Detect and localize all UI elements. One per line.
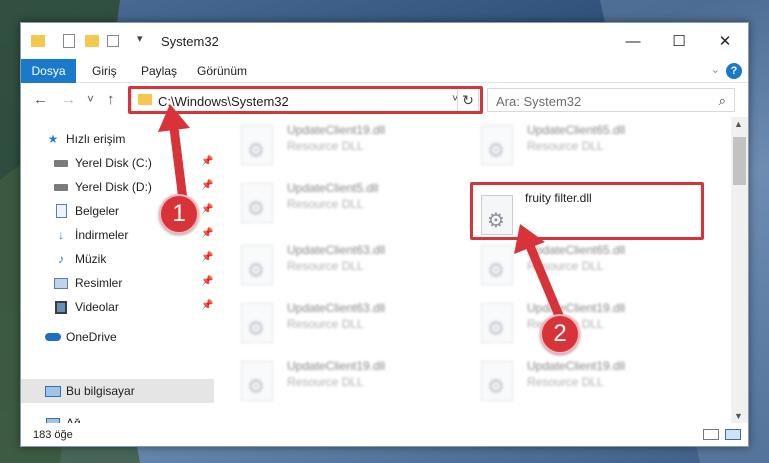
pin-icon[interactable]: 📌	[201, 180, 213, 191]
list-item[interactable]: ⚙ UpdateClient65.dll Resource DLL	[461, 237, 691, 293]
minimize-button[interactable]: —	[610, 23, 656, 59]
documents-icon	[53, 204, 69, 218]
search-input[interactable]: Ara: System32 ⌕	[487, 88, 735, 112]
ribbon-expand-icon[interactable]: ⌄	[711, 63, 720, 76]
tab-file[interactable]: Dosya	[21, 59, 76, 83]
dll-file-icon: ⚙	[241, 183, 273, 223]
pin-icon[interactable]: 📌	[201, 156, 213, 167]
item-count: 183 öğe	[33, 429, 73, 441]
list-item[interactable]: ⚙ UpdateClient63.dll Resource DLL	[221, 237, 451, 293]
list-item[interactable]: ⚙ UpdateClient19.dll Resource DLL	[221, 117, 451, 173]
title-bar: ▾ System32 — ☐ ✕	[21, 23, 748, 59]
drive-icon	[53, 180, 69, 194]
close-button[interactable]: ✕	[702, 23, 748, 59]
list-item[interactable]: ⚙ UpdateClient19.dll Resource DLL	[221, 353, 451, 409]
list-item-fruity-filter[interactable]: ⚙ fruity filter.dll	[461, 187, 691, 243]
back-button[interactable]: ←	[33, 91, 48, 108]
sidebar-item-onedrive[interactable]: OneDrive	[21, 325, 214, 349]
list-item[interactable]: ⚙ UpdateClient63.dll Resource DLL	[221, 295, 451, 351]
scroll-down-icon[interactable]: ▼	[734, 411, 743, 421]
maximize-button[interactable]: ☐	[656, 23, 702, 59]
recent-locations-button[interactable]: ˅	[87, 92, 94, 106]
forward-button[interactable]: →	[61, 91, 76, 108]
drive-icon	[53, 156, 69, 170]
sidebar-item-drive-c[interactable]: Yerel Disk (C:) 📌	[21, 151, 214, 175]
window-title: System32	[161, 34, 219, 49]
dll-file-icon: ⚙	[481, 195, 513, 235]
properties-icon[interactable]	[63, 34, 75, 48]
help-icon[interactable]: ?	[726, 63, 742, 79]
dll-file-icon: ⚙	[481, 125, 513, 165]
pin-icon[interactable]: 📌	[201, 204, 213, 215]
videos-icon	[53, 300, 69, 314]
folder-icon	[138, 94, 152, 105]
step-callout-1: 1	[159, 194, 199, 234]
cloud-icon	[45, 330, 61, 344]
star-icon: ★	[47, 132, 59, 146]
dll-file-icon: ⚙	[481, 361, 513, 401]
pin-icon[interactable]: 📌	[201, 252, 213, 263]
step-callout-2: 2	[540, 314, 580, 354]
dll-file-icon: ⚙	[481, 245, 513, 285]
dll-file-icon: ⚙	[481, 303, 513, 343]
sidebar-item-music[interactable]: ♪ Müzik 📌	[21, 247, 214, 271]
vertical-scrollbar[interactable]: ▲ ▼	[731, 117, 748, 423]
computer-icon	[45, 384, 61, 398]
sidebar-item-pictures[interactable]: Resimler 📌	[21, 271, 214, 295]
downloads-icon: ↓	[58, 228, 64, 242]
status-bar: 183 öğe	[21, 423, 748, 446]
tab-view[interactable]: Görünüm	[197, 64, 247, 78]
file-explorer-window: ▾ System32 — ☐ ✕ Dosya Giriş Paylaş Görü…	[20, 22, 749, 447]
dll-file-icon: ⚙	[241, 303, 273, 343]
large-icons-view-icon[interactable]	[725, 429, 741, 440]
search-icon[interactable]: ⌕	[719, 93, 726, 109]
search-placeholder: Ara: System32	[496, 94, 582, 109]
dll-file-icon: ⚙	[241, 125, 273, 165]
sidebar-item-quick-access[interactable]: ★ Hızlı erişim	[21, 127, 214, 151]
ribbon-tabs: Dosya Giriş Paylaş Görünüm ⌄ ?	[21, 59, 748, 83]
refresh-button[interactable]: ↻	[457, 88, 479, 112]
address-path[interactable]: C:\Windows\System32	[158, 94, 289, 109]
list-item[interactable]: ⚙ UpdateClient65.dll Resource DLL	[461, 117, 691, 173]
sidebar-item-this-pc[interactable]: Bu bilgisayar	[21, 379, 214, 403]
scroll-thumb[interactable]	[733, 137, 746, 185]
navigation-bar: ← → ˅ ↑ C:\Windows\System32 ˅ ↻ Ara: Sys…	[21, 83, 748, 117]
pin-icon[interactable]: 📌	[201, 276, 213, 287]
quick-access-dropdown-icon[interactable]: ▾	[137, 32, 143, 48]
address-bar[interactable]: C:\Windows\System32 ˅	[131, 88, 479, 112]
scroll-up-icon[interactable]: ▲	[734, 119, 743, 129]
navigation-pane: ★ Hızlı erişim Yerel Disk (C:) 📌 Yerel D…	[21, 117, 214, 430]
details-view-icon[interactable]	[703, 429, 719, 440]
tab-home[interactable]: Giriş	[92, 64, 117, 78]
list-item[interactable]: ⚙ UpdateClient5.dll Resource DLL	[221, 175, 451, 231]
pin-icon[interactable]: 📌	[201, 228, 213, 239]
dll-file-icon: ⚙	[241, 361, 273, 401]
tab-share[interactable]: Paylaş	[141, 64, 177, 78]
folder-icon	[31, 35, 45, 47]
sidebar-item-videos[interactable]: Videolar 📌	[21, 295, 214, 319]
list-item[interactable]: ⚙ UpdateClient19.dll Resource DLL	[461, 353, 691, 409]
dll-file-icon: ⚙	[241, 245, 273, 285]
new-folder-icon[interactable]	[85, 35, 99, 47]
music-icon: ♪	[58, 252, 64, 266]
customize-icon[interactable]	[107, 35, 119, 47]
pin-icon[interactable]: 📌	[201, 300, 213, 311]
pictures-icon	[53, 276, 69, 290]
up-button[interactable]: ↑	[107, 91, 115, 108]
file-list: ⚙ UpdateClient19.dll Resource DLL ⚙ Upda…	[221, 117, 731, 423]
